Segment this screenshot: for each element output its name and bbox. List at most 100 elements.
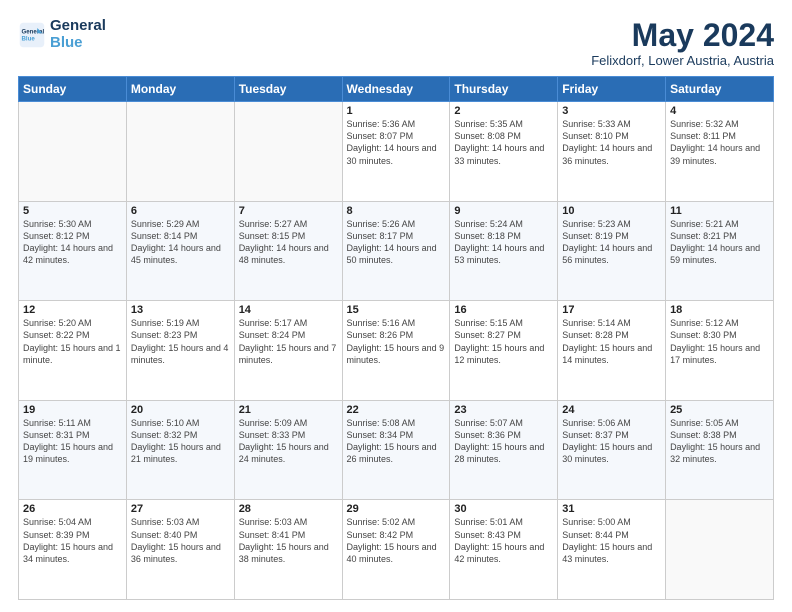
svg-text:Blue: Blue <box>22 35 36 42</box>
calendar-cell: 17Sunrise: 5:14 AMSunset: 8:28 PMDayligh… <box>558 301 666 401</box>
day-info: Sunrise: 5:23 AMSunset: 8:19 PMDaylight:… <box>562 218 661 267</box>
calendar-cell: 10Sunrise: 5:23 AMSunset: 8:19 PMDayligh… <box>558 201 666 301</box>
day-number: 29 <box>347 503 446 515</box>
calendar-cell: 11Sunrise: 5:21 AMSunset: 8:21 PMDayligh… <box>666 201 774 301</box>
day-info: Sunrise: 5:11 AMSunset: 8:31 PMDaylight:… <box>23 417 122 466</box>
day-number: 25 <box>670 404 769 416</box>
day-info: Sunrise: 5:17 AMSunset: 8:24 PMDaylight:… <box>239 317 338 366</box>
day-number: 7 <box>239 205 338 217</box>
day-info: Sunrise: 5:02 AMSunset: 8:42 PMDaylight:… <box>347 516 446 565</box>
day-info: Sunrise: 5:32 AMSunset: 8:11 PMDaylight:… <box>670 118 769 167</box>
day-number: 4 <box>670 105 769 117</box>
day-number: 30 <box>454 503 553 515</box>
calendar-week-4: 19Sunrise: 5:11 AMSunset: 8:31 PMDayligh… <box>19 400 774 500</box>
day-info: Sunrise: 5:04 AMSunset: 8:39 PMDaylight:… <box>23 516 122 565</box>
day-number: 8 <box>347 205 446 217</box>
calendar-cell: 20Sunrise: 5:10 AMSunset: 8:32 PMDayligh… <box>126 400 234 500</box>
day-number: 26 <box>23 503 122 515</box>
day-number: 1 <box>347 105 446 117</box>
day-number: 10 <box>562 205 661 217</box>
day-number: 18 <box>670 304 769 316</box>
day-number: 15 <box>347 304 446 316</box>
subtitle: Felixdorf, Lower Austria, Austria <box>591 53 774 68</box>
calendar-cell <box>126 102 234 202</box>
calendar-cell <box>234 102 342 202</box>
calendar-cell: 7Sunrise: 5:27 AMSunset: 8:15 PMDaylight… <box>234 201 342 301</box>
day-number: 20 <box>131 404 230 416</box>
svg-text:General: General <box>22 28 45 35</box>
day-header-sunday: Sunday <box>19 77 127 102</box>
day-info: Sunrise: 5:24 AMSunset: 8:18 PMDaylight:… <box>454 218 553 267</box>
day-number: 22 <box>347 404 446 416</box>
day-info: Sunrise: 5:14 AMSunset: 8:28 PMDaylight:… <box>562 317 661 366</box>
calendar-cell: 21Sunrise: 5:09 AMSunset: 8:33 PMDayligh… <box>234 400 342 500</box>
day-number: 31 <box>562 503 661 515</box>
main-title: May 2024 <box>591 18 774 53</box>
day-number: 2 <box>454 105 553 117</box>
day-info: Sunrise: 5:36 AMSunset: 8:07 PMDaylight:… <box>347 118 446 167</box>
calendar-cell: 31Sunrise: 5:00 AMSunset: 8:44 PMDayligh… <box>558 500 666 600</box>
day-header-wednesday: Wednesday <box>342 77 450 102</box>
day-info: Sunrise: 5:12 AMSunset: 8:30 PMDaylight:… <box>670 317 769 366</box>
day-header-monday: Monday <box>126 77 234 102</box>
day-number: 21 <box>239 404 338 416</box>
calendar-week-3: 12Sunrise: 5:20 AMSunset: 8:22 PMDayligh… <box>19 301 774 401</box>
calendar-table: SundayMondayTuesdayWednesdayThursdayFrid… <box>18 76 774 600</box>
day-number: 5 <box>23 205 122 217</box>
calendar-cell: 13Sunrise: 5:19 AMSunset: 8:23 PMDayligh… <box>126 301 234 401</box>
calendar-cell: 4Sunrise: 5:32 AMSunset: 8:11 PMDaylight… <box>666 102 774 202</box>
calendar-cell: 25Sunrise: 5:05 AMSunset: 8:38 PMDayligh… <box>666 400 774 500</box>
day-header-friday: Friday <box>558 77 666 102</box>
day-info: Sunrise: 5:20 AMSunset: 8:22 PMDaylight:… <box>23 317 122 366</box>
day-info: Sunrise: 5:09 AMSunset: 8:33 PMDaylight:… <box>239 417 338 466</box>
day-info: Sunrise: 5:03 AMSunset: 8:40 PMDaylight:… <box>131 516 230 565</box>
calendar-header-row: SundayMondayTuesdayWednesdayThursdayFrid… <box>19 77 774 102</box>
day-number: 19 <box>23 404 122 416</box>
day-info: Sunrise: 5:33 AMSunset: 8:10 PMDaylight:… <box>562 118 661 167</box>
day-info: Sunrise: 5:06 AMSunset: 8:37 PMDaylight:… <box>562 417 661 466</box>
calendar-cell: 28Sunrise: 5:03 AMSunset: 8:41 PMDayligh… <box>234 500 342 600</box>
day-number: 16 <box>454 304 553 316</box>
header: General Blue General Blue May 2024 Felix… <box>18 18 774 68</box>
day-info: Sunrise: 5:30 AMSunset: 8:12 PMDaylight:… <box>23 218 122 267</box>
day-info: Sunrise: 5:08 AMSunset: 8:34 PMDaylight:… <box>347 417 446 466</box>
calendar-week-1: 1Sunrise: 5:36 AMSunset: 8:07 PMDaylight… <box>19 102 774 202</box>
calendar-cell: 29Sunrise: 5:02 AMSunset: 8:42 PMDayligh… <box>342 500 450 600</box>
calendar-cell: 18Sunrise: 5:12 AMSunset: 8:30 PMDayligh… <box>666 301 774 401</box>
calendar-cell: 12Sunrise: 5:20 AMSunset: 8:22 PMDayligh… <box>19 301 127 401</box>
calendar-cell: 26Sunrise: 5:04 AMSunset: 8:39 PMDayligh… <box>19 500 127 600</box>
calendar-cell <box>19 102 127 202</box>
day-number: 9 <box>454 205 553 217</box>
day-info: Sunrise: 5:35 AMSunset: 8:08 PMDaylight:… <box>454 118 553 167</box>
calendar-cell: 22Sunrise: 5:08 AMSunset: 8:34 PMDayligh… <box>342 400 450 500</box>
day-header-tuesday: Tuesday <box>234 77 342 102</box>
day-info: Sunrise: 5:07 AMSunset: 8:36 PMDaylight:… <box>454 417 553 466</box>
calendar-cell: 15Sunrise: 5:16 AMSunset: 8:26 PMDayligh… <box>342 301 450 401</box>
day-info: Sunrise: 5:29 AMSunset: 8:14 PMDaylight:… <box>131 218 230 267</box>
title-block: May 2024 Felixdorf, Lower Austria, Austr… <box>591 18 774 68</box>
logo-text: General Blue <box>50 18 106 51</box>
day-header-saturday: Saturday <box>666 77 774 102</box>
day-number: 6 <box>131 205 230 217</box>
calendar-cell: 19Sunrise: 5:11 AMSunset: 8:31 PMDayligh… <box>19 400 127 500</box>
day-info: Sunrise: 5:26 AMSunset: 8:17 PMDaylight:… <box>347 218 446 267</box>
calendar-cell <box>666 500 774 600</box>
calendar-week-5: 26Sunrise: 5:04 AMSunset: 8:39 PMDayligh… <box>19 500 774 600</box>
day-info: Sunrise: 5:10 AMSunset: 8:32 PMDaylight:… <box>131 417 230 466</box>
day-info: Sunrise: 5:21 AMSunset: 8:21 PMDaylight:… <box>670 218 769 267</box>
calendar-cell: 27Sunrise: 5:03 AMSunset: 8:40 PMDayligh… <box>126 500 234 600</box>
day-header-thursday: Thursday <box>450 77 558 102</box>
calendar-cell: 16Sunrise: 5:15 AMSunset: 8:27 PMDayligh… <box>450 301 558 401</box>
day-number: 14 <box>239 304 338 316</box>
calendar-cell: 2Sunrise: 5:35 AMSunset: 8:08 PMDaylight… <box>450 102 558 202</box>
calendar-cell: 30Sunrise: 5:01 AMSunset: 8:43 PMDayligh… <box>450 500 558 600</box>
calendar-cell: 3Sunrise: 5:33 AMSunset: 8:10 PMDaylight… <box>558 102 666 202</box>
day-number: 3 <box>562 105 661 117</box>
day-info: Sunrise: 5:15 AMSunset: 8:27 PMDaylight:… <box>454 317 553 366</box>
day-number: 28 <box>239 503 338 515</box>
day-info: Sunrise: 5:00 AMSunset: 8:44 PMDaylight:… <box>562 516 661 565</box>
calendar-cell: 1Sunrise: 5:36 AMSunset: 8:07 PMDaylight… <box>342 102 450 202</box>
day-number: 23 <box>454 404 553 416</box>
day-info: Sunrise: 5:16 AMSunset: 8:26 PMDaylight:… <box>347 317 446 366</box>
day-info: Sunrise: 5:19 AMSunset: 8:23 PMDaylight:… <box>131 317 230 366</box>
